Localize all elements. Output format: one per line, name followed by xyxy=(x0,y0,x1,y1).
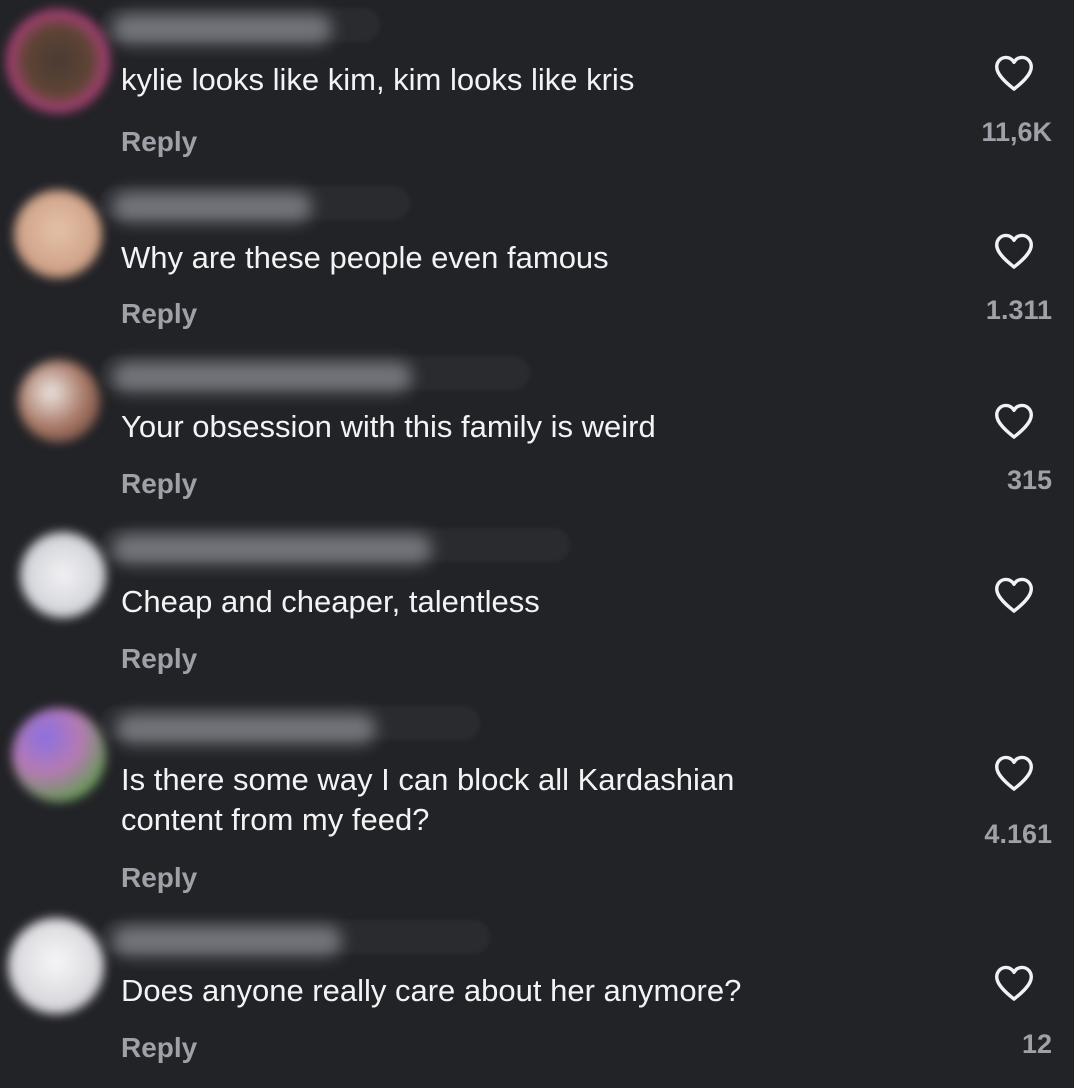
avatar[interactable] xyxy=(14,190,102,278)
comment-text: kylie looks like kim, kim looks like kri… xyxy=(121,62,635,97)
username-redacted[interactable] xyxy=(112,14,332,44)
comment-text: Your obsession with this family is weird xyxy=(121,409,656,444)
heart-outline-icon[interactable] xyxy=(993,54,1035,92)
reply-button[interactable]: Reply xyxy=(121,1032,197,1064)
avatar[interactable] xyxy=(6,9,110,113)
heart-outline-icon[interactable] xyxy=(993,576,1035,614)
username-redacted[interactable] xyxy=(112,192,312,222)
like-count: 315 xyxy=(1006,465,1052,495)
like-count: 4.161 xyxy=(984,819,1052,849)
reply-button[interactable]: Reply xyxy=(121,862,197,894)
avatar[interactable] xyxy=(20,532,106,618)
avatar[interactable] xyxy=(8,918,104,1014)
heart-outline-icon[interactable] xyxy=(993,402,1035,440)
username-redacted[interactable] xyxy=(112,926,342,956)
username-redacted[interactable] xyxy=(112,534,432,564)
reply-button[interactable]: Reply xyxy=(121,298,197,330)
heart-outline-icon[interactable] xyxy=(993,754,1035,792)
heart-outline-icon[interactable] xyxy=(993,232,1035,270)
comment-text: Why are these people even famous xyxy=(121,240,609,275)
heart-outline-icon[interactable] xyxy=(993,964,1035,1002)
reply-button[interactable]: Reply xyxy=(121,126,197,158)
like-count: 12 xyxy=(1021,1029,1052,1059)
avatar[interactable] xyxy=(12,708,106,802)
avatar[interactable] xyxy=(18,360,100,442)
username-redacted[interactable] xyxy=(116,714,376,744)
reply-button[interactable]: Reply xyxy=(121,468,197,500)
like-count: 1.311 xyxy=(985,295,1052,325)
like-count: 11,6K xyxy=(981,117,1052,147)
username-redacted[interactable] xyxy=(112,362,412,392)
comment-text: Cheap and cheaper, talentless xyxy=(121,584,540,619)
reply-button[interactable]: Reply xyxy=(121,643,197,675)
comment-text: Does anyone really care about her anymor… xyxy=(121,973,742,1008)
comment-text: Is there some way I can block all Kardas… xyxy=(121,762,735,837)
